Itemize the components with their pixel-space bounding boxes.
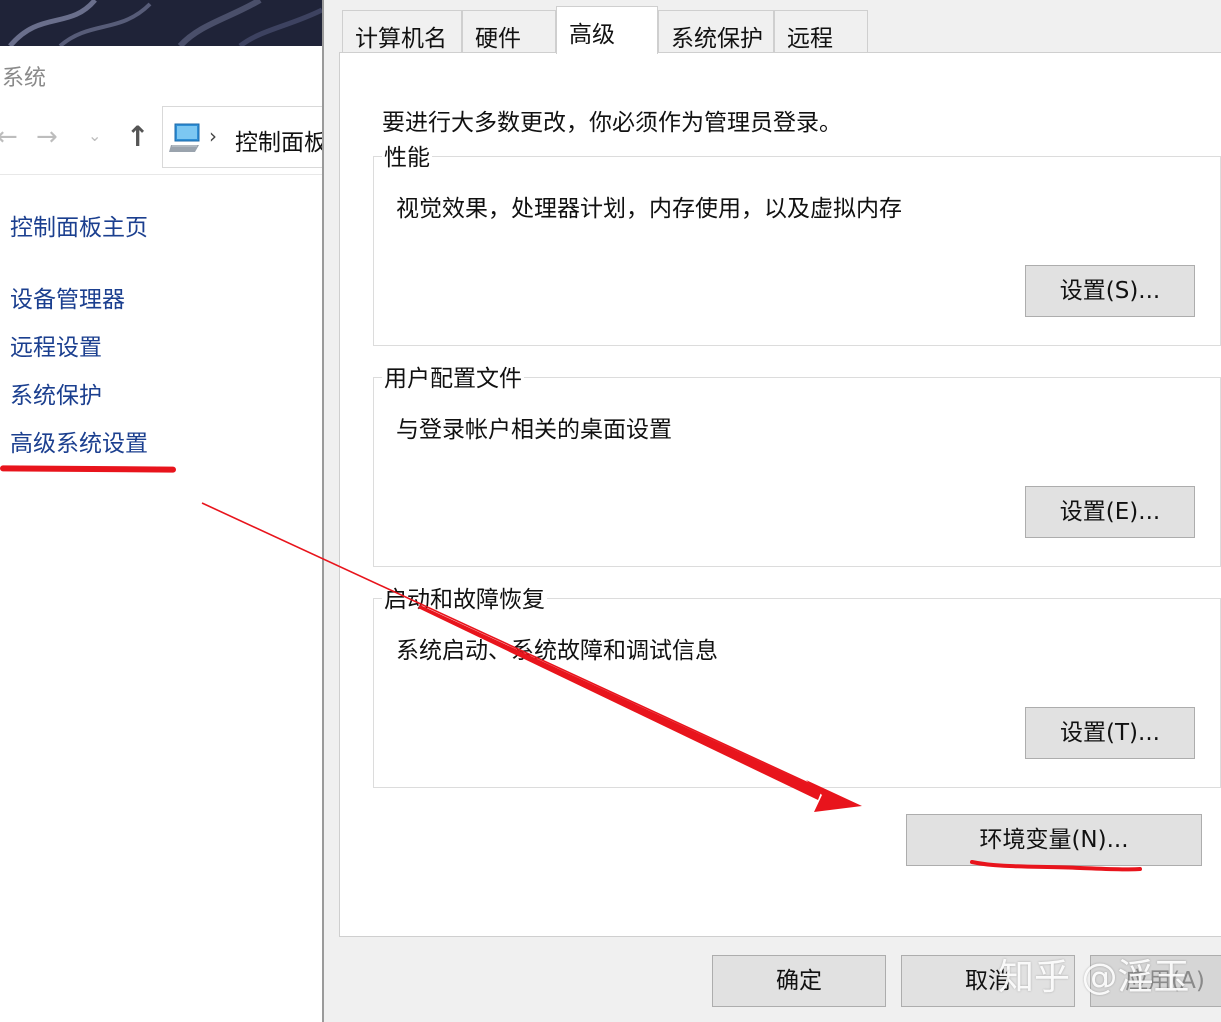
wallpaper-strip	[0, 0, 322, 46]
user-profiles-settings-button[interactable]: 设置(E)...	[1025, 486, 1195, 538]
tab-remote[interactable]: 远程	[774, 10, 868, 52]
tab-label: 硬件	[475, 26, 521, 52]
breadcrumb-control-panel[interactable]: 控制面板	[235, 123, 322, 157]
tab-label: 高级	[569, 22, 615, 48]
group-title: 启动和故障恢复	[382, 580, 547, 614]
window-title: 系统	[2, 66, 47, 91]
group-description: 与登录帐户相关的桌面设置	[396, 417, 672, 443]
link-device-manager[interactable]: 设备管理器	[10, 280, 125, 314]
system-properties-dialog: 计算机名 硬件 高级 系统保护 远程 要进行大多数更改，你必须作为管理员登录。 …	[322, 0, 1221, 1022]
apply-button[interactable]: 应用(A)	[1090, 955, 1221, 1007]
annotation-underline-advanced	[0, 465, 177, 473]
performance-settings-button[interactable]: 设置(S)...	[1025, 265, 1195, 317]
group-user-profiles: 用户配置文件 与登录帐户相关的桌面设置 设置(E)...	[373, 359, 1221, 567]
tab-label: 远程	[787, 26, 833, 52]
group-startup-recovery: 启动和故障恢复 系统启动、系统故障和调试信息 设置(T)...	[373, 580, 1221, 788]
recent-chevron-icon[interactable]: ⌄	[88, 126, 101, 145]
tab-computer-name[interactable]: 计算机名	[342, 10, 462, 52]
tab-label: 计算机名	[355, 26, 447, 52]
group-performance: 性能 视觉效果，处理器计划，内存使用，以及虚拟内存 设置(S)...	[373, 138, 1221, 346]
group-title: 性能	[382, 138, 432, 172]
group-description: 视觉效果，处理器计划，内存使用，以及虚拟内存	[396, 196, 902, 222]
admin-notice: 要进行大多数更改，你必须作为管理员登录。	[382, 110, 842, 136]
forward-arrow-icon[interactable]: →	[36, 122, 58, 152]
tab-advanced[interactable]: 高级	[556, 6, 658, 54]
group-title: 用户配置文件	[382, 359, 524, 393]
tab-system-protection[interactable]: 系统保护	[658, 10, 774, 52]
divider	[0, 174, 322, 175]
breadcrumb-chevron-icon: ›	[209, 124, 217, 148]
cancel-button[interactable]: 取消	[901, 955, 1075, 1007]
tab-hardware[interactable]: 硬件	[462, 10, 556, 52]
link-control-panel-home[interactable]: 控制面板主页	[10, 208, 148, 242]
link-remote-settings[interactable]: 远程设置	[10, 328, 102, 362]
tab-label: 系统保护	[671, 26, 763, 52]
address-bar[interactable]: › 控制面板	[162, 106, 322, 168]
link-advanced-system-settings[interactable]: 高级系统设置	[10, 424, 148, 458]
up-arrow-icon[interactable]: ↑	[126, 120, 149, 153]
control-panel-window: 系统 ← → ⌄ ↑ › 控制面板 控制面板主页 设备管理器 远程设置 系统保护…	[0, 0, 322, 1022]
group-description: 系统启动、系统故障和调试信息	[396, 638, 718, 664]
advanced-tab-panel: 要进行大多数更改，你必须作为管理员登录。 性能 视觉效果，处理器计划，内存使用，…	[339, 52, 1221, 937]
startup-recovery-settings-button[interactable]: 设置(T)...	[1025, 707, 1195, 759]
link-system-protection[interactable]: 系统保护	[10, 376, 102, 410]
environment-variables-button[interactable]: 环境变量(N)...	[906, 814, 1202, 866]
ok-button[interactable]: 确定	[712, 955, 886, 1007]
computer-icon	[169, 123, 203, 157]
back-arrow-icon[interactable]: ←	[0, 122, 18, 152]
